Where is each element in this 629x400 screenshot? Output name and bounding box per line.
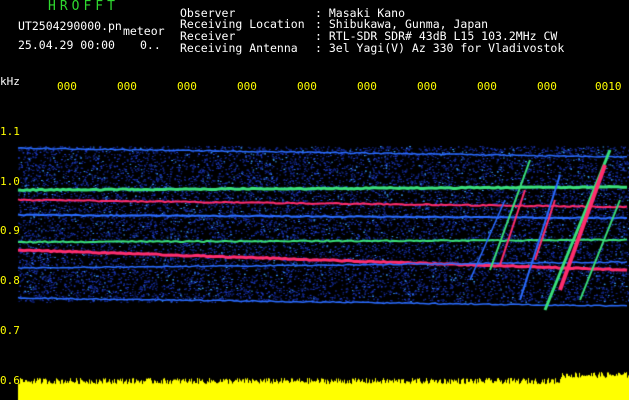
file-name: UT2504290000.pn <box>18 19 122 33</box>
y-tick: 0.8 <box>0 274 20 287</box>
x-tick: 000 <box>57 80 77 93</box>
x-tick: 000 <box>417 80 437 93</box>
x-tick: 000 <box>117 80 137 93</box>
x-tick: 000 <box>537 80 557 93</box>
y-unit-label: kHz <box>0 75 20 88</box>
x-tick: 000 <box>177 80 197 93</box>
y-tick: 0.9 <box>0 224 20 237</box>
app-title: HROFFT <box>48 0 119 14</box>
x-tick: 000 <box>357 80 377 93</box>
spectrogram-canvas <box>0 0 629 400</box>
hrofft-window: HROFFT UT2504290000.pn meteor 25.04.29 0… <box>0 0 629 400</box>
datetime-label: 25.04.29 00:00 <box>18 38 115 52</box>
y-tick: 0.7 <box>0 324 20 337</box>
x-tick: 000 <box>297 80 317 93</box>
x-tick: 0010 <box>595 80 622 93</box>
progress-dots: 0.. <box>140 38 161 52</box>
y-tick: 1.0 <box>0 175 20 188</box>
x-tick: 000 <box>477 80 497 93</box>
mode-label: meteor <box>123 24 165 38</box>
x-tick: 000 <box>237 80 257 93</box>
y-tick: 0.6 <box>0 374 20 387</box>
antenna-label: Receiving Antenna <box>180 41 298 55</box>
antenna-value: : 3el Yagi(V) Az 330 for Vladivostok <box>315 41 565 55</box>
y-tick: 1.1 <box>0 125 20 138</box>
